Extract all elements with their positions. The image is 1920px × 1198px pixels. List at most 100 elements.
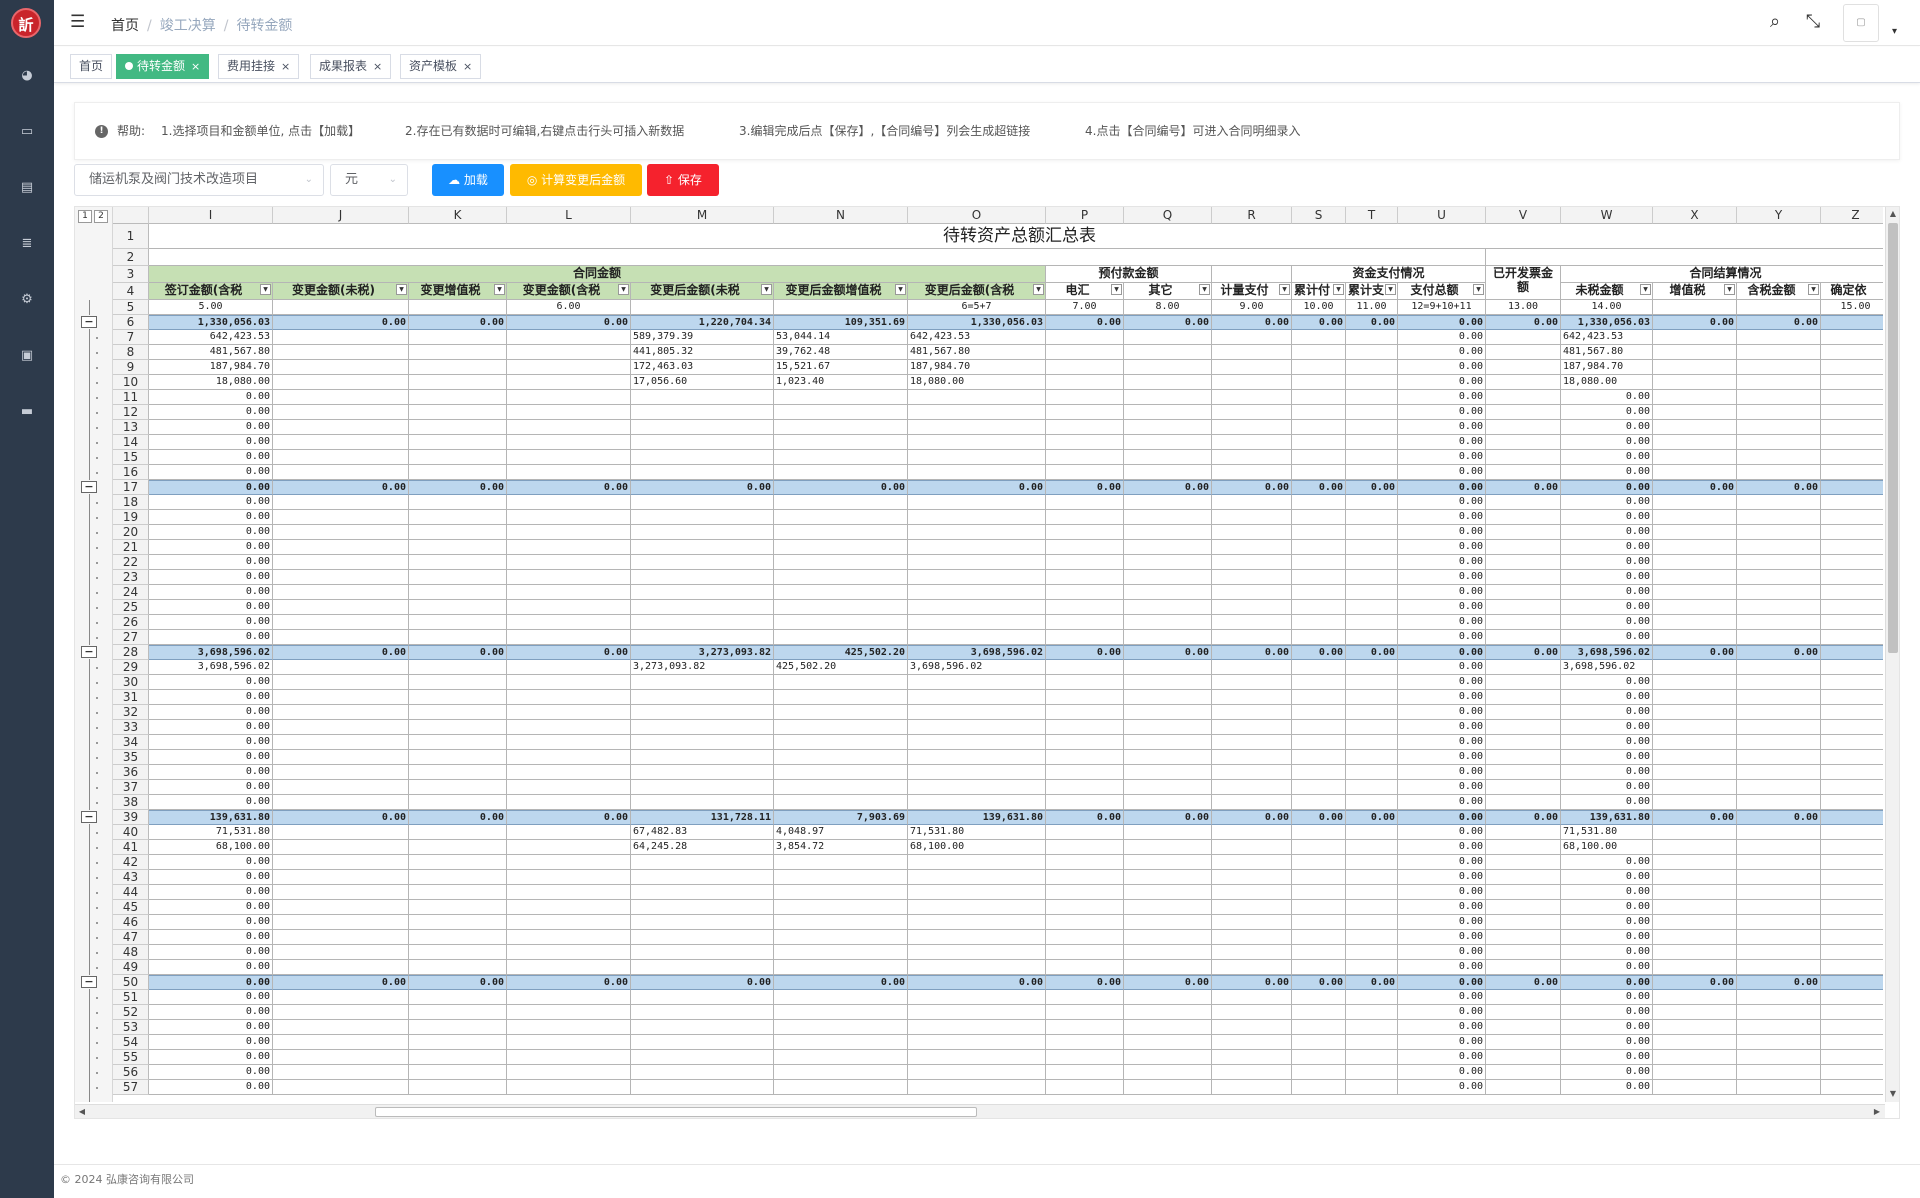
- data-cell[interactable]: 0.00: [1398, 1035, 1486, 1050]
- data-cell[interactable]: [273, 450, 409, 465]
- data-cell[interactable]: [1486, 375, 1561, 390]
- data-cell[interactable]: 3,698,596.02: [908, 660, 1046, 675]
- data-cell[interactable]: [1046, 690, 1124, 705]
- data-cell[interactable]: [273, 780, 409, 795]
- data-cell[interactable]: [1046, 630, 1124, 645]
- data-cell[interactable]: [1124, 630, 1212, 645]
- field-header[interactable]: 累计付 ▼: [1292, 283, 1346, 300]
- row-header[interactable]: 21: [113, 540, 149, 555]
- subtotal-cell[interactable]: 0.00: [1653, 645, 1737, 660]
- column-header[interactable]: U: [1398, 207, 1486, 224]
- vertical-scroll-thumb[interactable]: [1888, 223, 1898, 653]
- collapse-group-button[interactable]: −: [81, 316, 97, 328]
- data-cell[interactable]: [1737, 945, 1821, 960]
- data-cell[interactable]: [409, 330, 507, 345]
- data-cell[interactable]: [1346, 450, 1398, 465]
- load-button[interactable]: ☁ 加载: [432, 164, 504, 196]
- data-cell[interactable]: [1821, 1020, 1883, 1035]
- data-cell[interactable]: [1486, 555, 1561, 570]
- data-cell[interactable]: [1737, 900, 1821, 915]
- data-cell[interactable]: 0.00: [1398, 420, 1486, 435]
- data-cell[interactable]: [1292, 1065, 1346, 1080]
- data-cell[interactable]: [908, 795, 1046, 810]
- row-header[interactable]: 25: [113, 600, 149, 615]
- data-cell[interactable]: [507, 690, 631, 705]
- data-cell[interactable]: [1486, 330, 1561, 345]
- data-cell[interactable]: [1821, 735, 1883, 750]
- data-cell[interactable]: [1346, 510, 1398, 525]
- data-cell[interactable]: 187,984.70: [1561, 360, 1653, 375]
- data-cell[interactable]: [1821, 570, 1883, 585]
- data-cell[interactable]: [1046, 705, 1124, 720]
- field-header[interactable]: 其它 ▼: [1124, 283, 1212, 300]
- blank-cell[interactable]: [1486, 249, 1883, 266]
- data-cell[interactable]: [1124, 330, 1212, 345]
- subtotal-cell[interactable]: 0.00: [1046, 315, 1124, 330]
- data-cell[interactable]: [1124, 1005, 1212, 1020]
- calculate-button[interactable]: ◎ 计算变更后金额: [510, 164, 642, 196]
- row-header[interactable]: 52: [113, 1005, 149, 1020]
- subtotal-cell[interactable]: 0.00: [1046, 975, 1124, 990]
- data-cell[interactable]: 0.00: [149, 540, 273, 555]
- subtotal-cell[interactable]: 3,273,093.82: [631, 645, 774, 660]
- data-cell[interactable]: [409, 690, 507, 705]
- data-cell[interactable]: [1124, 900, 1212, 915]
- data-cell[interactable]: [908, 615, 1046, 630]
- data-cell[interactable]: [774, 1005, 908, 1020]
- data-cell[interactable]: [1346, 345, 1398, 360]
- data-cell[interactable]: [1292, 780, 1346, 795]
- data-cell[interactable]: [507, 630, 631, 645]
- field-header[interactable]: 变更后金额(含税 ▼: [908, 283, 1046, 300]
- data-cell[interactable]: [409, 585, 507, 600]
- row-header[interactable]: 45: [113, 900, 149, 915]
- data-cell[interactable]: [507, 360, 631, 375]
- data-cell[interactable]: 0.00: [149, 390, 273, 405]
- data-cell[interactable]: [1046, 900, 1124, 915]
- data-cell[interactable]: [631, 900, 774, 915]
- column-header[interactable]: N: [774, 207, 908, 224]
- data-cell[interactable]: [1346, 825, 1398, 840]
- field-header[interactable]: 变更金额(含税 ▼: [507, 283, 631, 300]
- data-cell[interactable]: [1212, 1065, 1292, 1080]
- data-cell[interactable]: [908, 675, 1046, 690]
- field-header[interactable]: 变更金额(未税) ▼: [273, 283, 409, 300]
- data-cell[interactable]: [1653, 930, 1737, 945]
- data-cell[interactable]: [908, 915, 1046, 930]
- data-cell[interactable]: [1653, 525, 1737, 540]
- column-header[interactable]: L: [507, 207, 631, 224]
- data-cell[interactable]: 0.00: [1398, 900, 1486, 915]
- data-cell[interactable]: [273, 435, 409, 450]
- data-cell[interactable]: [1486, 630, 1561, 645]
- data-cell[interactable]: [507, 375, 631, 390]
- formula-cell[interactable]: [631, 300, 774, 315]
- data-cell[interactable]: [774, 750, 908, 765]
- data-cell[interactable]: 172,463.03: [631, 360, 774, 375]
- subtotal-cell[interactable]: 0.00: [273, 975, 409, 990]
- data-cell[interactable]: [1821, 330, 1883, 345]
- data-cell[interactable]: [1046, 345, 1124, 360]
- data-cell[interactable]: [1653, 1020, 1737, 1035]
- subtotal-cell[interactable]: 0.00: [1737, 645, 1821, 660]
- data-cell[interactable]: [1046, 540, 1124, 555]
- data-cell[interactable]: [409, 495, 507, 510]
- data-cell[interactable]: [1212, 870, 1292, 885]
- data-cell[interactable]: [1486, 1065, 1561, 1080]
- data-cell[interactable]: [1046, 330, 1124, 345]
- data-cell[interactable]: 0.00: [149, 1080, 273, 1095]
- data-cell[interactable]: [507, 765, 631, 780]
- data-cell[interactable]: 0.00: [1398, 510, 1486, 525]
- data-cell[interactable]: [1821, 375, 1883, 390]
- data-cell[interactable]: [1212, 1005, 1292, 1020]
- data-cell[interactable]: [1124, 720, 1212, 735]
- data-cell[interactable]: [507, 960, 631, 975]
- collapse-group-button[interactable]: −: [81, 646, 97, 658]
- data-cell[interactable]: [631, 570, 774, 585]
- data-cell[interactable]: [1821, 540, 1883, 555]
- data-cell[interactable]: [1821, 675, 1883, 690]
- row-header[interactable]: 11: [113, 390, 149, 405]
- data-cell[interactable]: 0.00: [1561, 540, 1653, 555]
- data-cell[interactable]: [1346, 855, 1398, 870]
- data-cell[interactable]: [1486, 900, 1561, 915]
- data-cell[interactable]: [1653, 705, 1737, 720]
- data-cell[interactable]: [1346, 750, 1398, 765]
